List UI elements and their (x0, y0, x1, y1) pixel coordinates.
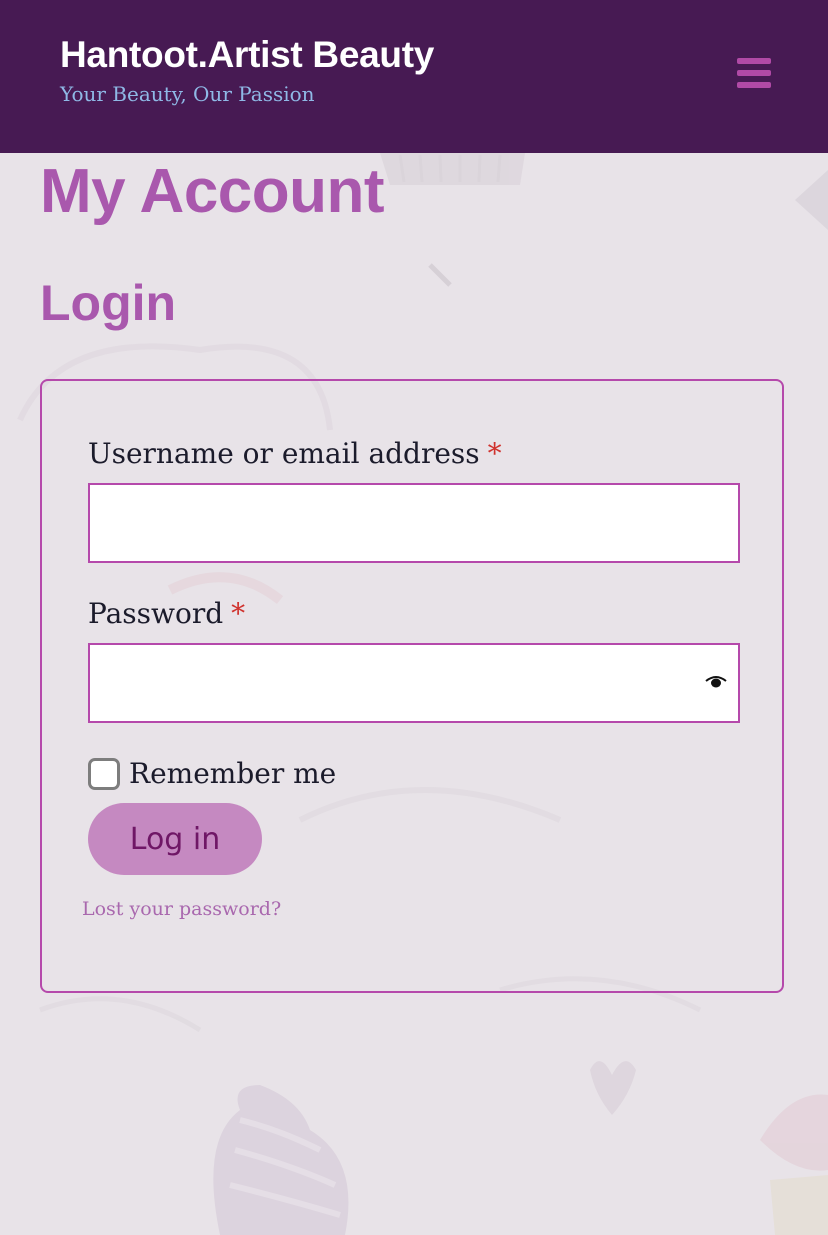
remember-me-label[interactable]: Remember me (129, 757, 336, 790)
username-label-text: Username or email address (88, 437, 480, 470)
username-label: Username or email address * (88, 437, 502, 470)
lost-password-link[interactable]: Lost your password? (82, 898, 281, 920)
remember-me-checkbox[interactable] (88, 758, 120, 790)
required-marker: * (487, 437, 502, 470)
password-label-text: Password (88, 597, 224, 630)
site-title[interactable]: Hantoot.Artist Beauty (60, 34, 434, 76)
site-header: Hantoot.Artist Beauty Your Beauty, Our P… (0, 0, 828, 153)
login-button[interactable]: Log in (88, 803, 262, 875)
login-heading: Login (40, 275, 177, 331)
password-label: Password * (88, 597, 245, 630)
eye-icon[interactable] (704, 672, 728, 692)
page-title: My Account (40, 157, 385, 226)
site-tagline: Your Beauty, Our Passion (60, 82, 315, 106)
username-input[interactable] (88, 483, 740, 563)
password-input[interactable] (88, 643, 740, 723)
hamburger-menu-icon[interactable] (730, 52, 778, 94)
required-marker: * (231, 597, 246, 630)
